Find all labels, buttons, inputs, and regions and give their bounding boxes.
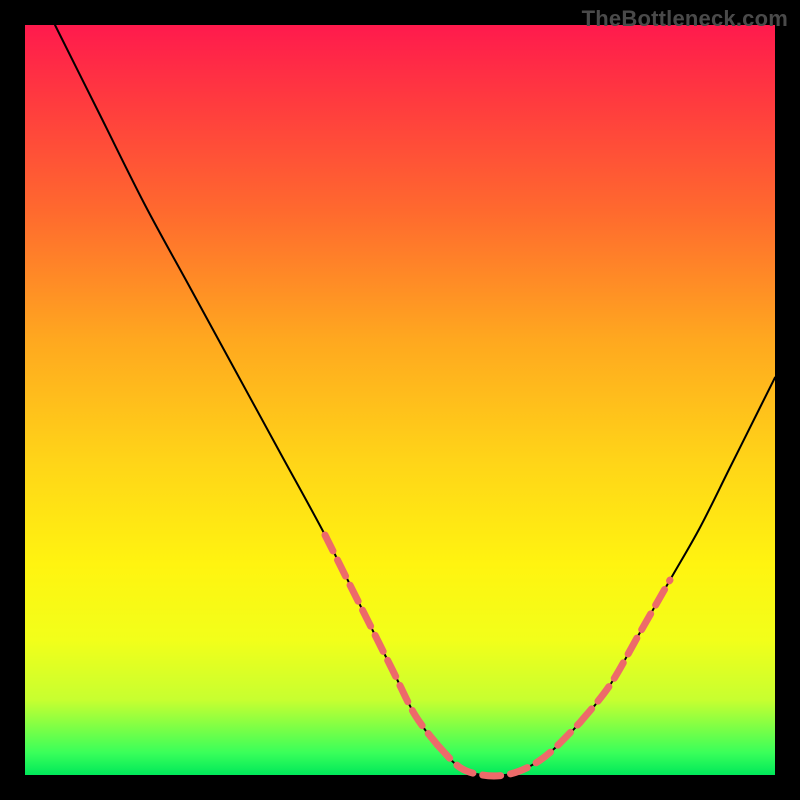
plot-area <box>25 25 775 775</box>
highlight-segment <box>325 535 438 745</box>
chart-container: TheBottleneck.com <box>0 0 800 800</box>
highlight-segments <box>325 535 670 776</box>
bottleneck-curve <box>55 25 775 776</box>
highlight-segment <box>580 580 670 723</box>
curve-svg <box>25 25 775 775</box>
watermark-text: TheBottleneck.com <box>582 6 788 32</box>
highlight-segment <box>438 723 581 776</box>
